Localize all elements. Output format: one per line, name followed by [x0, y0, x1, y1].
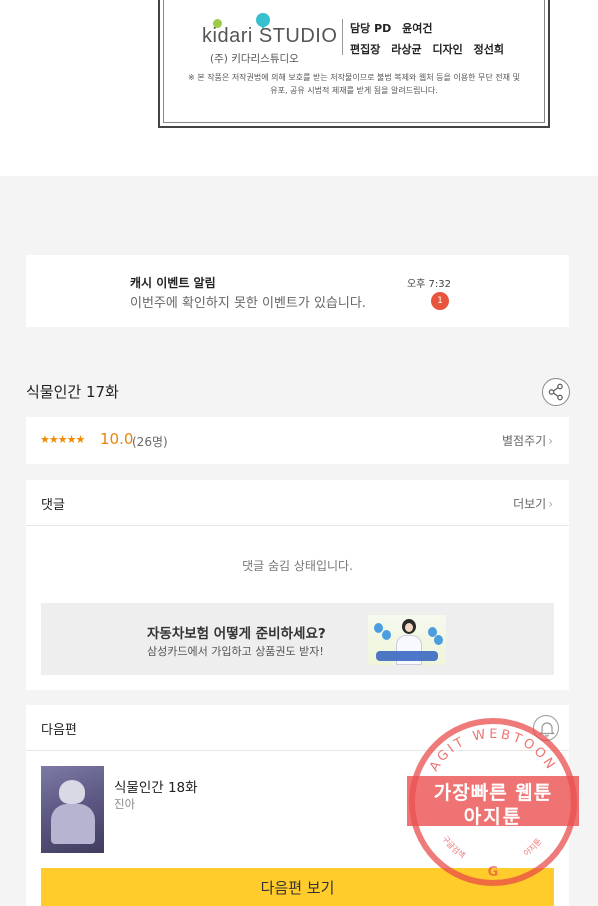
next-episode-author: 진아: [114, 797, 136, 811]
share-icon: [548, 383, 563, 401]
ad-banner[interactable]: 자동차보험 어떻게 준비하세요? 삼성카드에서 가입하고 상품권도 받자!: [41, 603, 554, 675]
logo-brand-text: kidari STUDIO: [202, 25, 338, 47]
role-name: 윤여건: [402, 22, 433, 35]
notice-message: 이번주에 확인하지 못한 이벤트가 있습니다.: [130, 296, 366, 311]
credits-row-pd: 담당 PD 윤여건: [350, 20, 439, 36]
svg-text:G: G: [488, 865, 499, 880]
kidari-studio-logo: kidari STUDIO (주) 키다리스튜디오: [202, 13, 338, 65]
ad-title: 자동차보험 어떻게 준비하세요?: [147, 626, 326, 642]
rate-button-label: 별점주기: [502, 434, 547, 448]
ad-subtitle: 삼성카드에서 가입하고 상품권도 받자!: [147, 645, 324, 658]
notice-time: 오후 7:32: [406, 279, 451, 290]
episode-credits-area: kidari STUDIO (주) 키다리스튜디오 담당 PD 윤여건 편집장 …: [0, 0, 598, 176]
comments-more-button[interactable]: 더보기 ›: [513, 495, 553, 512]
copyright-notice: ※ 본 작품은 저작권법에 의해 보호를 받는 저작물이므로 불법 복제와 웹처…: [188, 73, 520, 95]
next-episode-label: 다음편: [41, 723, 77, 738]
svg-text:아지툰: 아지툰: [521, 837, 543, 858]
role-label: 디자인: [432, 43, 463, 56]
comments-header: 댓글 더보기 ›: [26, 480, 569, 526]
ad-model-image: [368, 615, 446, 665]
notice-title: 캐시 이벤트 알림: [130, 276, 216, 290]
rating-score: 10.0: [100, 430, 134, 448]
more-label: 더보기: [513, 497, 547, 511]
episode-title: 식물인간 17화: [26, 383, 119, 401]
role-label: 담당 PD: [350, 22, 392, 35]
watermark-stamp: AGIT WEBTOON 구글검색 아지툰 G 가장빠른 웹툰 아지툰: [407, 716, 579, 888]
role-label: 편집장: [350, 43, 381, 56]
star-rating-icon: ★★★★★: [40, 433, 85, 446]
next-episode-title[interactable]: 식물인간 18화: [114, 776, 198, 796]
comments-label: 댓글: [41, 498, 65, 513]
credits-frame: kidari STUDIO (주) 키다리스튜디오 담당 PD 윤여건 편집장 …: [158, 0, 550, 128]
comments-hidden-message: 댓글 숨김 상태입니다.: [242, 559, 353, 573]
credits-divider: [342, 19, 343, 55]
notice-count-badge: 1: [431, 292, 449, 310]
chevron-right-icon: ›: [548, 497, 553, 511]
watermark-line1: 가장빠른 웹툰: [433, 782, 553, 804]
share-button[interactable]: [542, 378, 570, 406]
svg-text:구글검색: 구글검색: [440, 834, 467, 860]
rate-button[interactable]: 별점주기 ›: [502, 432, 553, 449]
rating-count: (26명): [132, 435, 168, 449]
role-name: 라상균: [391, 43, 422, 56]
corp-name: (주) 키다리스튜디오: [210, 53, 299, 65]
chevron-right-icon: ›: [548, 434, 553, 448]
cash-event-notice[interactable]: 캐시 이벤트 알림 이번주에 확인하지 못한 이벤트가 있습니다. 오후 7:3…: [26, 255, 569, 327]
comments-section: 댓글 더보기 › 댓글 숨김 상태입니다. 자동차보험 어떻게 준비하세요? 삼성…: [26, 480, 569, 690]
svg-text:AGIT WEBTOON: AGIT WEBTOON: [427, 727, 559, 774]
next-episode-thumbnail[interactable]: [41, 766, 104, 853]
credits-row-staff: 편집장 라상균 디자인 정선희: [350, 41, 511, 57]
role-name: 정선희: [473, 43, 505, 56]
rating-card: ★★★★★ 10.0 (26명) 별점주기 ›: [26, 417, 569, 464]
watermark-line2: 아지툰: [463, 806, 523, 828]
